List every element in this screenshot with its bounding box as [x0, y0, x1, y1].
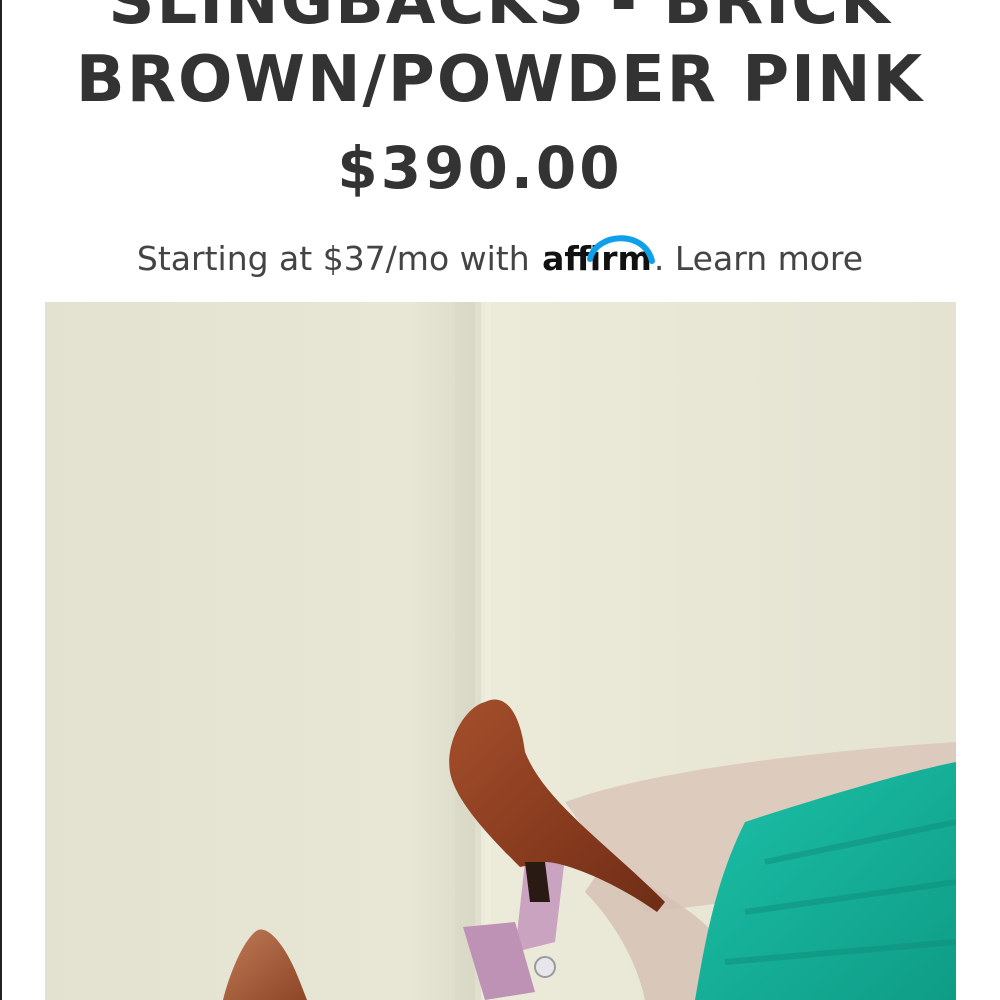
- learn-more-link[interactable]: Learn more: [675, 239, 863, 278]
- affirm-logo: affirm: [542, 235, 656, 283]
- product-title: SLINGBACKS - BRICK BROWN/POWDER PINK: [0, 0, 1000, 119]
- product-photo: [45, 302, 956, 1000]
- affirm-financing-message: Starting at $37/mo with affirm . Learn m…: [0, 235, 1000, 283]
- product-title-line-2: BROWN/POWDER PINK: [75, 43, 925, 117]
- product-price: $390.00: [337, 134, 623, 202]
- product-title-line-1: SLINGBACKS - BRICK: [108, 0, 892, 39]
- product-image[interactable]: [45, 302, 956, 1000]
- financing-prefix: Starting at $37/mo with: [136, 239, 530, 278]
- affirm-arc-icon: [587, 235, 656, 264]
